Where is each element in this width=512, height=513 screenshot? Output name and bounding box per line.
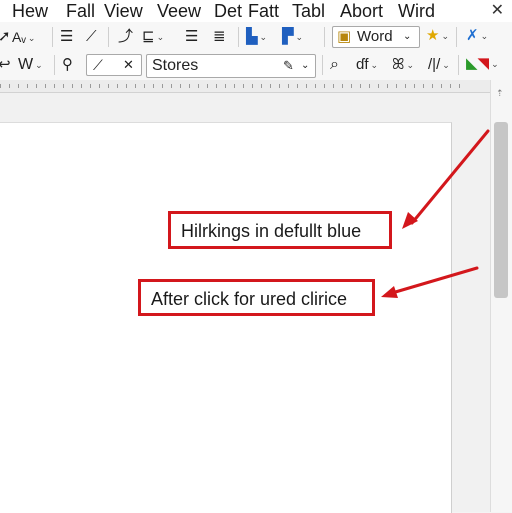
arrow-1 xyxy=(402,129,490,229)
arrow-2 xyxy=(381,266,479,298)
annotation-arrows xyxy=(381,129,490,298)
